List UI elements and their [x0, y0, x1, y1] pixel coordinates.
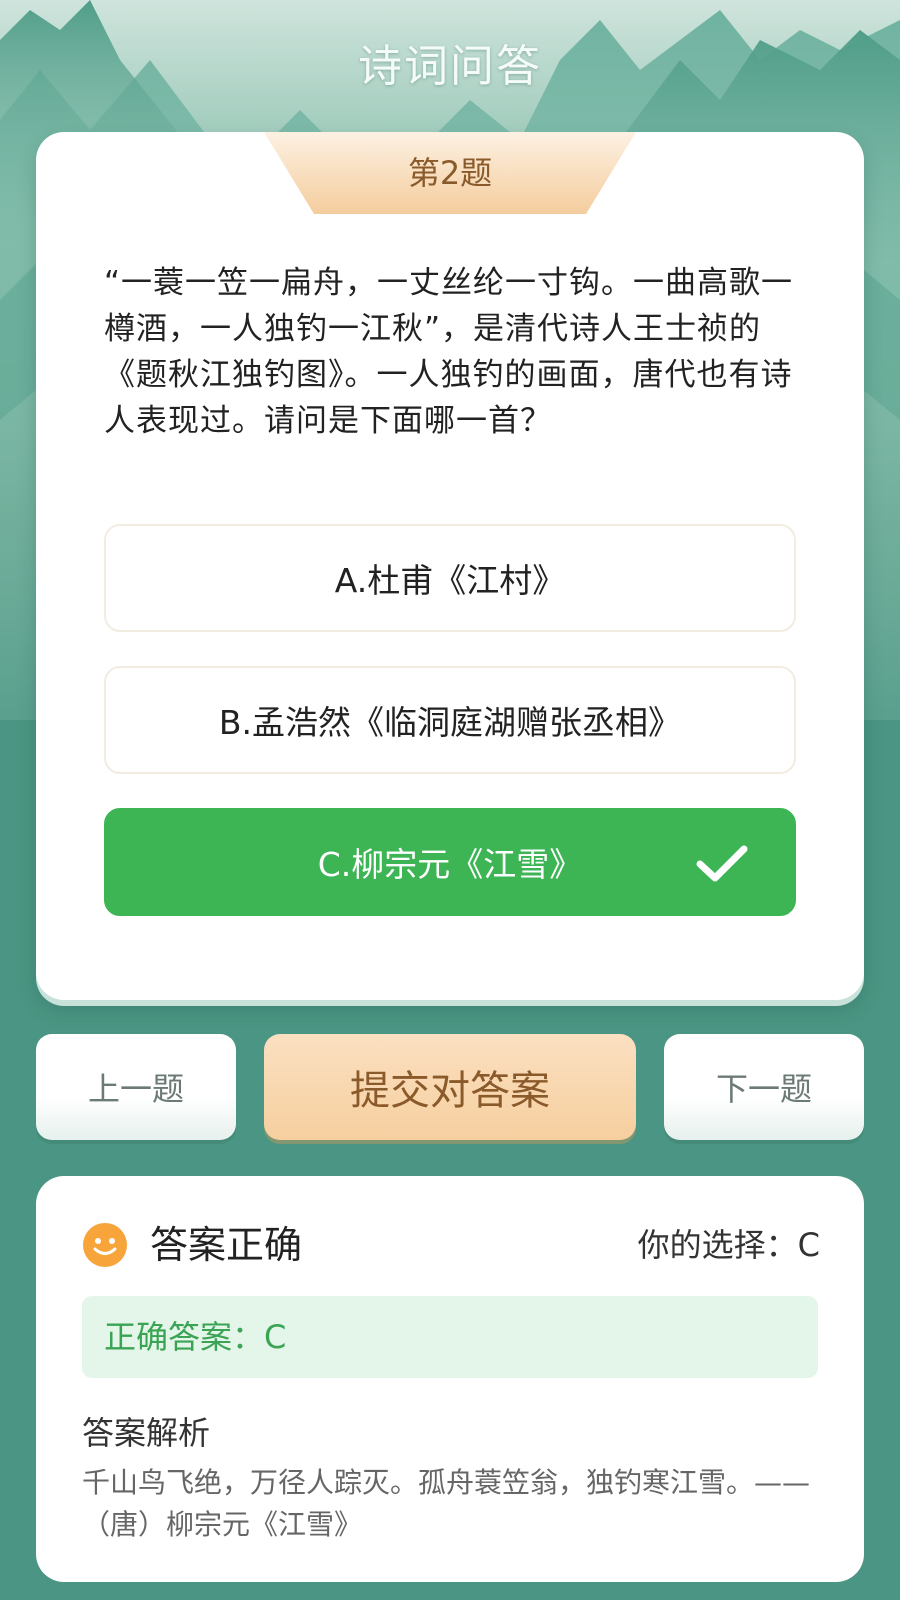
question-text: “一蓑一笠一扁舟，一丈丝纶一寸钩。一曲高歌一樽酒，一人独钓一江秋”，是清代诗人王… — [104, 265, 794, 439]
page-title: 诗词问答 — [358, 41, 542, 92]
analysis-title: 答案解析 — [82, 1414, 211, 1452]
analysis-text: 千山鸟飞绝，万径人踪灭。孤舟蓑笠翁，独钓寒江雪。——（唐）柳宗元《江雪》 — [82, 1466, 811, 1541]
option-a-label: A.杜甫《江村》 — [334, 561, 566, 600]
check-icon — [696, 845, 748, 882]
question-card: 第2题 “一蓑一笠一扁舟，一丈丝纶一寸钩。一曲高歌一樽酒，一人独钓一江秋”，是清… — [36, 132, 864, 1000]
option-a[interactable]: A.杜甫《江村》 — [104, 524, 796, 632]
option-c-label: C.柳宗元《江雪》 — [317, 845, 583, 884]
result-status: 答案正确 — [150, 1223, 303, 1267]
question-number-badge: 第2题 — [264, 132, 636, 214]
question-number: 第2题 — [407, 154, 493, 192]
correct-answer-box: 正确答案：C — [82, 1296, 818, 1378]
next-question-button[interactable]: 下一题 — [664, 1034, 864, 1140]
option-c[interactable]: C.柳宗元《江雪》 — [104, 808, 796, 916]
option-b-label: B.孟浩然《临洞庭湖赠张丞相》 — [218, 703, 682, 742]
prev-question-button[interactable]: 上一题 — [36, 1034, 236, 1140]
option-b[interactable]: B.孟浩然《临洞庭湖赠张丞相》 — [104, 666, 796, 774]
your-choice: 你的选择：C — [637, 1226, 820, 1264]
submit-answer-button[interactable]: 提交对答案 — [264, 1034, 636, 1140]
result-panel: 答案正确 你的选择：C 正确答案：C 答案解析 千山鸟飞绝，万径人踪灭。孤舟蓑笠… — [36, 1176, 864, 1582]
smile-icon — [83, 1223, 127, 1267]
